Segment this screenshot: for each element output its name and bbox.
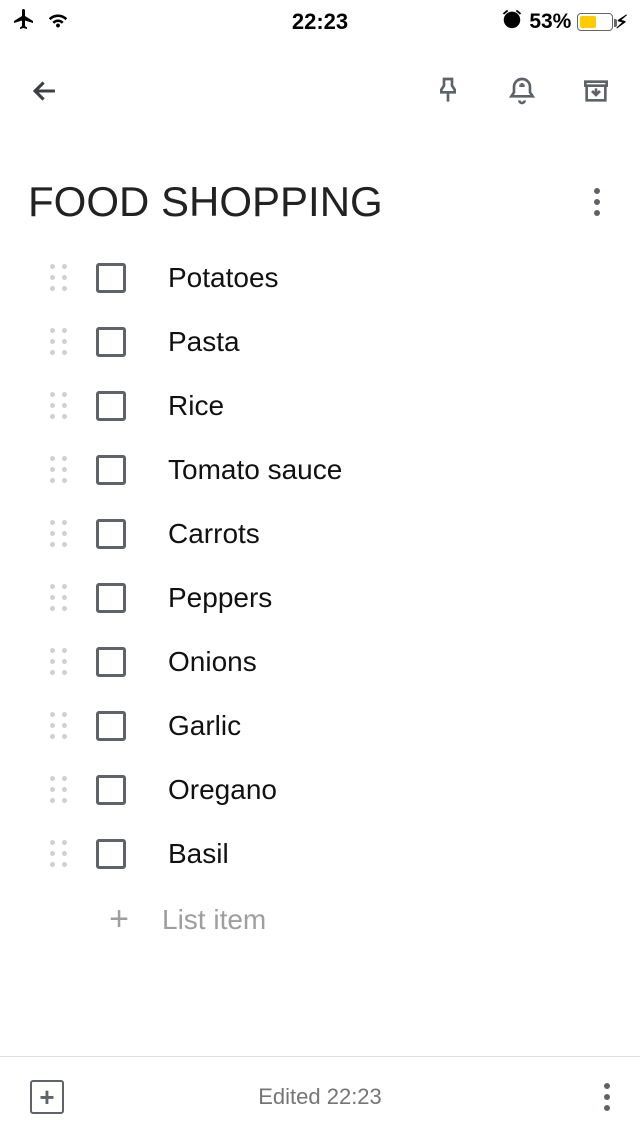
more-options-button[interactable] — [594, 188, 600, 216]
checkbox[interactable] — [96, 775, 126, 805]
drag-handle-icon[interactable] — [50, 456, 68, 484]
checkbox[interactable] — [96, 391, 126, 421]
list-item[interactable]: Basil — [0, 822, 640, 886]
new-item-placeholder: List item — [162, 904, 266, 936]
app-toolbar — [0, 44, 640, 118]
drag-handle-icon[interactable] — [50, 264, 68, 292]
list-item-label[interactable]: Basil — [168, 838, 229, 870]
battery-percent: 53% — [529, 10, 571, 34]
add-content-button[interactable]: + — [30, 1080, 64, 1114]
note-title[interactable]: FOOD SHOPPING — [28, 178, 383, 226]
drag-handle-icon[interactable] — [50, 776, 68, 804]
drag-handle-icon[interactable] — [50, 712, 68, 740]
back-button[interactable] — [28, 74, 62, 108]
drag-handle-icon[interactable] — [50, 328, 68, 356]
battery-icon: ⚡︎ — [577, 12, 628, 33]
checkbox[interactable] — [96, 647, 126, 677]
list-item[interactable]: Rice — [0, 374, 640, 438]
archive-button[interactable] — [580, 75, 612, 107]
edited-timestamp: Edited 22:23 — [258, 1084, 382, 1110]
list-item[interactable]: Tomato sauce — [0, 438, 640, 502]
list-item-label[interactable]: Rice — [168, 390, 224, 422]
checkbox[interactable] — [96, 839, 126, 869]
charging-icon: ⚡︎ — [615, 12, 628, 33]
add-list-item[interactable]: + List item — [0, 886, 640, 953]
list-item[interactable]: Potatoes — [0, 246, 640, 310]
list-item-label[interactable]: Potatoes — [168, 262, 279, 294]
list-item-label[interactable]: Peppers — [168, 582, 272, 614]
wifi-icon — [46, 9, 70, 35]
list-item-label[interactable]: Oregano — [168, 774, 277, 806]
list-item[interactable]: Garlic — [0, 694, 640, 758]
list-item-label[interactable]: Tomato sauce — [168, 454, 342, 486]
checkbox[interactable] — [96, 263, 126, 293]
status-time: 22:23 — [292, 9, 348, 35]
reminder-button[interactable] — [506, 75, 538, 107]
drag-handle-icon[interactable] — [50, 392, 68, 420]
checkbox[interactable] — [96, 519, 126, 549]
pin-button[interactable] — [432, 75, 464, 107]
list-item-label[interactable]: Pasta — [168, 326, 240, 358]
list-item[interactable]: Onions — [0, 630, 640, 694]
airplane-mode-icon — [12, 7, 36, 37]
alarm-icon — [501, 8, 523, 36]
checkbox[interactable] — [96, 711, 126, 741]
list-item-label[interactable]: Garlic — [168, 710, 241, 742]
drag-handle-icon[interactable] — [50, 584, 68, 612]
checkbox[interactable] — [96, 455, 126, 485]
checkbox[interactable] — [96, 327, 126, 357]
drag-handle-icon[interactable] — [50, 840, 68, 868]
list-item-label[interactable]: Onions — [168, 646, 257, 678]
list-item[interactable]: Pasta — [0, 310, 640, 374]
bottom-toolbar: + Edited 22:23 — [0, 1056, 640, 1136]
status-bar: 22:23 53% ⚡︎ — [0, 0, 640, 44]
list-item[interactable]: Carrots — [0, 502, 640, 566]
drag-handle-icon[interactable] — [50, 648, 68, 676]
plus-box-icon: + — [39, 1084, 54, 1110]
checkbox[interactable] — [96, 583, 126, 613]
drag-handle-icon[interactable] — [50, 520, 68, 548]
list-item-label[interactable]: Carrots — [168, 518, 260, 550]
bottom-more-button[interactable] — [604, 1083, 610, 1111]
list-item[interactable]: Peppers — [0, 566, 640, 630]
checklist: Potatoes Pasta Rice Tomato sauce Carrots Pepp… — [0, 236, 640, 886]
list-item[interactable]: Oregano — [0, 758, 640, 822]
plus-icon: + — [104, 900, 134, 939]
